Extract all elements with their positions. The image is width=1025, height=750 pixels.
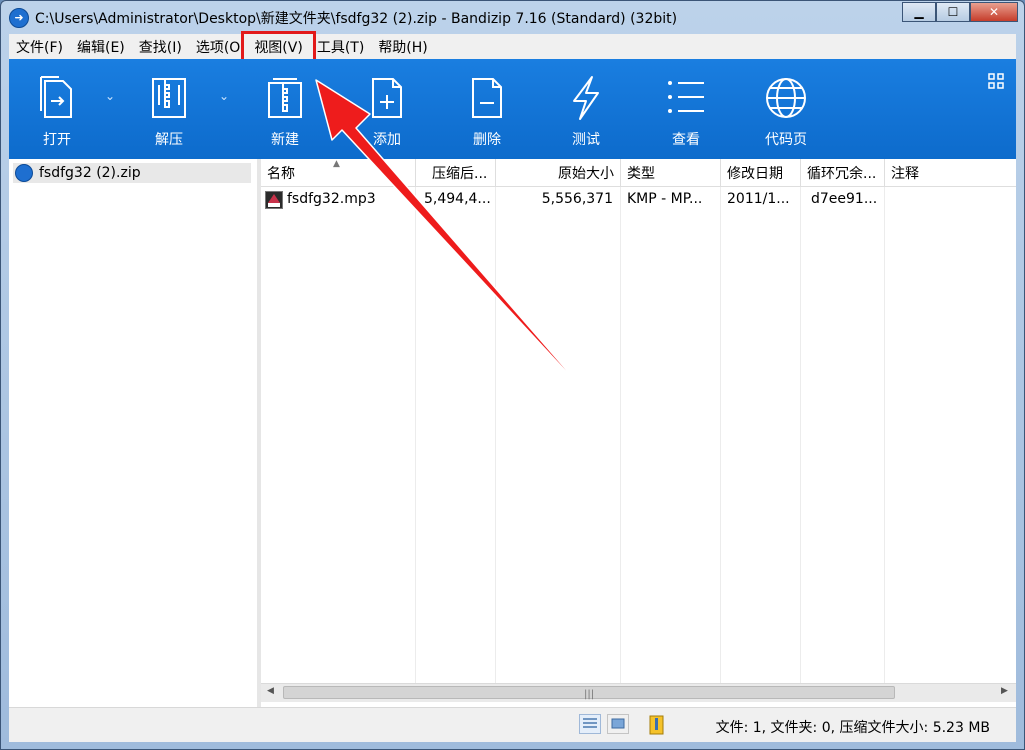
close-button[interactable]: ✕	[970, 2, 1018, 22]
menu-edit[interactable]: 编辑(E)	[70, 37, 132, 57]
test-lightning-icon	[573, 76, 599, 120]
menu-file[interactable]: 文件(F)	[9, 37, 70, 57]
cell-size: 5,556,371	[541, 191, 613, 207]
horizontal-scrollbar[interactable]: ◀ ||| ▶	[261, 683, 1016, 702]
minimize-button[interactable]: ▁	[902, 2, 936, 22]
column-header-modified[interactable]: 修改日期	[721, 159, 801, 187]
layout-grid-icon[interactable]	[988, 73, 1004, 89]
globe-icon	[766, 78, 806, 118]
window-title: C:\Users\Administrator\Desktop\新建文件夹\fsd…	[35, 11, 678, 27]
menu-tools[interactable]: 工具(T)	[310, 37, 371, 57]
status-bar: 文件: 1, 文件夹: 0, 压缩文件大小: 5.23 MB	[9, 707, 1016, 742]
delete-file-icon	[472, 78, 502, 118]
column-divider	[415, 187, 416, 683]
codepage-button[interactable]: 代码页	[746, 75, 826, 149]
thumbnail-view-button[interactable]	[607, 714, 629, 734]
cell-packed: 5,494,4...	[424, 191, 491, 207]
extract-zip-icon	[152, 78, 186, 118]
open-dropdown-arrow-icon[interactable]: ⌄	[105, 89, 115, 103]
column-divider	[720, 187, 721, 683]
view-button[interactable]: 查看	[646, 75, 726, 149]
extract-button[interactable]: 解压	[129, 75, 209, 149]
column-divider	[620, 187, 621, 683]
codepage-label: 代码页	[765, 132, 807, 148]
title-bar[interactable]: ➜ C:\Users\Administrator\Desktop\新建文件夹\f…	[1, 1, 1024, 33]
menu-help[interactable]: 帮助(H)	[371, 37, 434, 57]
cell-modified: 2011/1...	[727, 191, 790, 207]
toolbar: 打开 ⌄ 解压 ⌄ 新建 添加 删除 测试 查看 代码页	[9, 59, 1016, 159]
column-divider	[495, 187, 496, 683]
archive-info-icon[interactable]	[647, 715, 667, 735]
extract-dropdown-arrow-icon[interactable]: ⌄	[219, 89, 229, 103]
sort-ascending-icon: ▲	[333, 159, 340, 169]
details-view-button[interactable]	[579, 714, 601, 734]
menu-options[interactable]: 选项(O	[189, 37, 247, 57]
column-divider	[800, 187, 801, 683]
add-button[interactable]: 添加	[347, 75, 427, 149]
bandizip-logo-icon: ➜	[9, 8, 29, 28]
open-file-icon	[40, 76, 72, 118]
open-button[interactable]: 打开	[17, 75, 97, 149]
column-header-size[interactable]: 原始大小	[496, 159, 621, 187]
cell-name: fsdfg32.mp3	[287, 191, 376, 207]
new-zip-icon	[268, 78, 302, 118]
tree-item-label: fsdfg32 (2).zip	[39, 165, 141, 181]
archive-tree-pane: fsdfg32 (2).zip	[9, 159, 258, 707]
app-window: ➜ C:\Users\Administrator\Desktop\新建文件夹\f…	[0, 0, 1025, 750]
add-label: 添加	[373, 132, 401, 148]
menu-find[interactable]: 查找(I)	[132, 37, 189, 57]
column-header-comment[interactable]: 注释	[885, 159, 1016, 187]
menu-view[interactable]: 视图(V)	[241, 30, 316, 63]
scrollbar-thumb[interactable]: |||	[283, 686, 895, 700]
column-header-type[interactable]: 类型	[621, 159, 721, 187]
view-label: 查看	[672, 132, 700, 148]
cell-type: KMP - MP...	[627, 191, 703, 207]
scrollbar-grip-icon: |||	[584, 689, 595, 700]
column-header-name[interactable]: 名称 ▲	[261, 159, 416, 187]
view-list-icon	[668, 81, 704, 113]
tree-item-archive[interactable]: fsdfg32 (2).zip	[13, 163, 251, 183]
new-archive-label: 新建	[271, 132, 299, 148]
extract-label: 解压	[155, 132, 183, 148]
delete-label: 删除	[473, 132, 501, 148]
cell-crc: d7ee91...	[811, 191, 878, 207]
column-header-crc[interactable]: 循环冗余...	[801, 159, 885, 187]
column-divider	[884, 187, 885, 683]
new-archive-button[interactable]: 新建	[245, 75, 325, 149]
test-button[interactable]: 测试	[546, 75, 626, 149]
file-list-pane: 名称 ▲ 压缩后... 原始大小 类型 修改日期 循环冗余... 注释 fsdf…	[261, 159, 1016, 707]
maximize-button[interactable]: ☐	[936, 2, 970, 22]
add-file-icon	[372, 78, 402, 118]
status-summary: 文件: 1, 文件夹: 0, 压缩文件大小: 5.23 MB	[715, 720, 990, 736]
menu-bar: 文件(F) 编辑(E) 查找(I) 选项(O 视图(V) 工具(T) 帮助(H)	[9, 30, 1016, 63]
mp3-file-icon	[265, 191, 283, 209]
open-label: 打开	[43, 132, 71, 148]
thumbnail-view-icon	[611, 718, 625, 729]
delete-button[interactable]: 删除	[447, 75, 527, 149]
scroll-left-arrow-icon[interactable]: ◀	[267, 686, 274, 696]
window-controls: ▁ ☐ ✕	[902, 2, 1018, 22]
column-header-packed[interactable]: 压缩后...	[416, 159, 496, 187]
test-label: 测试	[572, 132, 600, 148]
scroll-right-arrow-icon[interactable]: ▶	[1001, 686, 1008, 696]
zip-archive-icon	[15, 164, 33, 182]
details-view-icon	[583, 718, 597, 728]
